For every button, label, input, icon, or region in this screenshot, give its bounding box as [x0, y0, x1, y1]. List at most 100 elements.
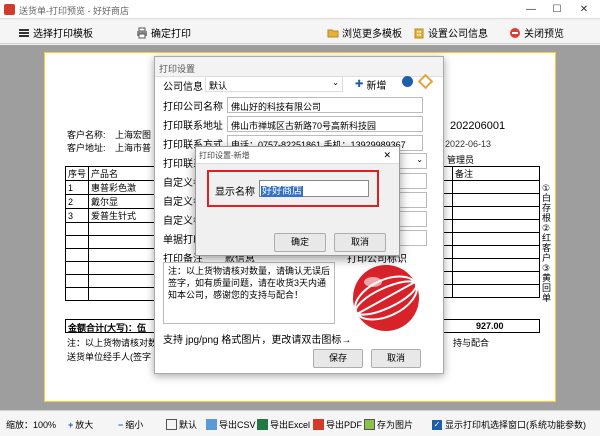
close-window-button[interactable]: ✕ [576, 2, 592, 17]
table-row [64, 274, 155, 288]
customer-name-label: 客户名称: [67, 130, 106, 140]
zoom-in-button[interactable]: + 放大 [68, 418, 93, 431]
display-name-label: 显示名称 [215, 187, 255, 198]
folder-icon [327, 27, 339, 39]
confirm-print-button[interactable]: 确定打印 [136, 25, 191, 40]
table-row: 2 戴尔显 [64, 194, 155, 209]
subdialog-title: 打印设置-新增 [199, 151, 250, 160]
title-bar: 送货单-打印预览 - 好好商店 — ☐ ✕ [0, 0, 600, 19]
printer-icon [136, 27, 148, 39]
show-printer-label: 显示打印机选择窗口(系统功能参数) [445, 420, 586, 430]
export-excel-button[interactable]: 导出Excel [257, 418, 310, 431]
table-row [64, 248, 155, 262]
export-pdf-label: 导出PDF [326, 420, 363, 430]
toolbar: 选择打印模板 确定打印 浏览更多模板 设置公司信息 关闭预览 [0, 20, 600, 44]
table-header-row: 序号 产品名 [64, 166, 155, 181]
print-company-input[interactable]: 佛山好的科技有限公司 [227, 97, 423, 113]
footer-note: 注：以上货物请核对数量 [67, 338, 167, 348]
row-no: 2 [64, 194, 90, 209]
maximize-button[interactable]: ☐ [549, 2, 565, 17]
remark-textarea[interactable]: 注：以上货物请核对数量，请确认无误后签字，如有质量问题，请在收货3天内通知本公司… [163, 262, 335, 324]
subdialog-cancel-button[interactable]: 取消 [334, 233, 386, 252]
company-info-label: 公司信息 [163, 82, 203, 93]
company-info-value: 默认 [209, 81, 228, 91]
ok-button[interactable]: 确定 [274, 233, 326, 252]
total-label: 金额合计(大写)：伍 [68, 323, 146, 333]
show-printer-checkbox[interactable]: ✓ 显示打印机选择窗口(系统功能参数) [432, 418, 586, 431]
building-icon [413, 27, 425, 39]
table-row [64, 235, 155, 249]
total-value: 927.00 [476, 321, 504, 331]
dialog-titlebar: 打印设置 [155, 57, 443, 77]
table-row [64, 261, 155, 275]
chevron-down-icon: ⌄ [332, 78, 339, 87]
display-name-value: 好好商店 [261, 186, 303, 197]
subdialog-close-icon[interactable]: ✕ [383, 150, 391, 161]
row-no: 1 [64, 180, 90, 195]
browse-templates-button[interactable]: 浏览更多模板 [327, 25, 402, 40]
add-label: 新增 [366, 81, 387, 92]
close-preview-label: 关闭预览 [524, 29, 564, 40]
company-settings-label: 设置公司信息 [428, 29, 488, 40]
export-csv-label: 导出CSV [219, 420, 256, 430]
manager-label: 管理员 [447, 155, 475, 165]
zoom-in-label: 放大 [75, 420, 94, 430]
zoom-out-button[interactable]: − 缩小 [118, 418, 143, 431]
document-date: 2022-06-13 [445, 139, 492, 149]
plus-icon: ✚ [355, 79, 364, 90]
image-icon [364, 419, 375, 430]
plus-icon: + [68, 419, 74, 430]
row-product: 爱普生针式 [88, 208, 155, 223]
save-button[interactable]: 保存 [313, 349, 363, 368]
customer-address: 上海市普 [115, 143, 152, 153]
default-button[interactable]: 默认 [166, 418, 197, 431]
select-template-label: 选择打印模板 [33, 29, 93, 40]
print-address-input[interactable]: 佛山市禅城区古新路70号高新科技园 [227, 116, 423, 132]
row-no: 3 [64, 208, 90, 223]
settings-icon[interactable] [402, 76, 413, 87]
print-address-label: 打印联系地址 [163, 121, 223, 132]
stop-icon [509, 27, 521, 39]
excel-icon [257, 419, 268, 430]
chevron-down-icon: ⌄ [416, 155, 423, 164]
confirm-print-label: 确定打印 [151, 29, 191, 40]
add-button[interactable]: ✚ 新增 [355, 77, 386, 92]
dialog-title: 打印设置 [159, 64, 196, 74]
items-table-left: 序号 产品名 1 惠普彩色激 2 戴尔显 3 爱普生针式 [64, 166, 155, 301]
zoom-out-label: 缩小 [125, 420, 144, 430]
image-format-hint: 支持 jpg/png 格式图片，更改请双击图标→ [163, 335, 352, 346]
export-excel-label: 导出Excel [270, 420, 311, 430]
export-pdf-button[interactable]: 导出PDF [313, 418, 362, 431]
company-info-select[interactable]: 默认 ⌄ [205, 76, 343, 92]
minus-icon: − [118, 419, 124, 430]
display-name-input[interactable]: 好好商店 [259, 180, 369, 197]
row-product: 戴尔显 [88, 194, 155, 209]
header-no: 序号 [64, 166, 90, 181]
company-logo[interactable] [345, 262, 427, 334]
header-product: 产品名 [88, 166, 155, 181]
subdialog-titlebar: 打印设置-新增 ✕ [196, 147, 399, 164]
customer-address-label: 客户地址: [67, 143, 106, 153]
cancel-button[interactable]: 取消 [371, 349, 421, 368]
select-template-button[interactable]: 选择打印模板 [18, 25, 93, 40]
footer-note-right: 持与配合 [453, 338, 490, 348]
save-image-button[interactable]: 存为图片 [364, 418, 413, 431]
table-row: 3 爱普生针式 [64, 208, 155, 223]
default-label: 默认 [179, 420, 198, 430]
row-product: 惠普彩色激 [88, 180, 155, 195]
csv-icon [206, 419, 217, 430]
close-preview-button[interactable]: 关闭预览 [509, 25, 564, 40]
export-csv-button[interactable]: 导出CSV [206, 418, 256, 431]
app-icon [4, 4, 15, 15]
header-remark: 备注 [452, 166, 540, 181]
page-icon [166, 419, 177, 430]
minimize-button[interactable]: — [523, 2, 539, 17]
display-name-highlight: 显示名称 好好商店 [207, 170, 379, 207]
company-settings-button[interactable]: 设置公司信息 [413, 25, 488, 40]
table-row [64, 222, 155, 236]
list-icon [18, 27, 30, 39]
checkbox-checked-icon: ✓ [432, 419, 442, 430]
customer-name: 上海宏图 [115, 130, 152, 140]
print-company-label: 打印公司名称 [163, 102, 223, 113]
copy-color-note: ①白存根②红客户③黄回单 [542, 183, 552, 303]
